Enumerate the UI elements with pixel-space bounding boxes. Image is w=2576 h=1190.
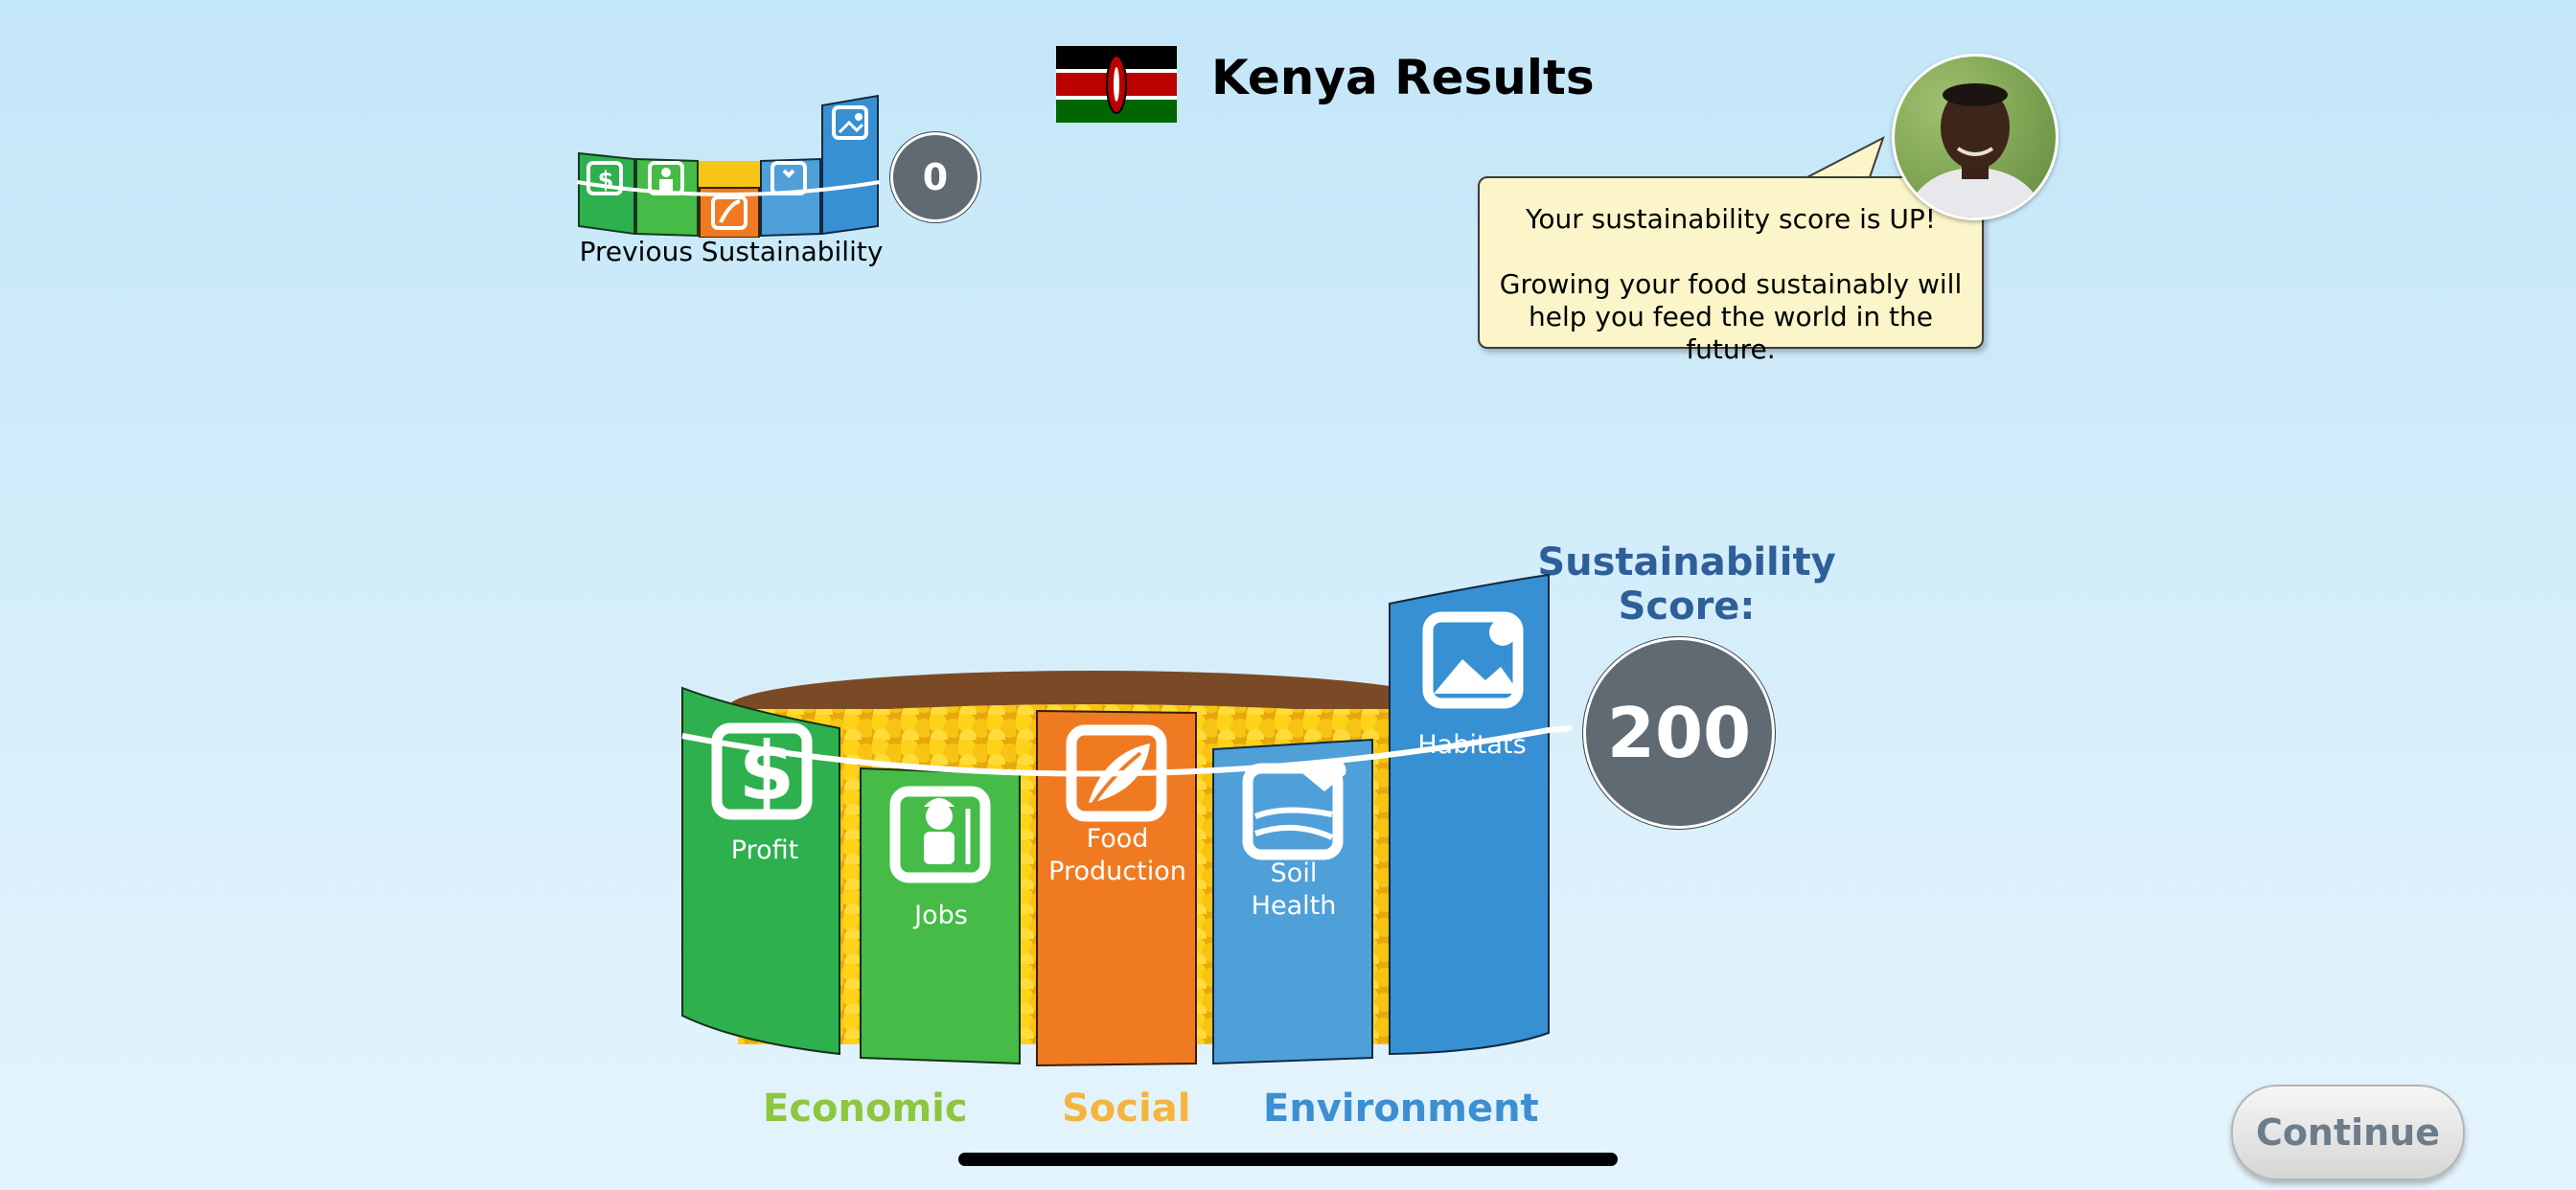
- category-social: Social: [1062, 1087, 1191, 1131]
- home-indicator[interactable]: [958, 1153, 1618, 1166]
- sustainability-basket: $ Profit Jobs Food Production Soil Healt…: [681, 573, 1572, 1067]
- kenya-flag-icon: [1056, 46, 1177, 123]
- page-title: Kenya Results: [1211, 50, 1595, 105]
- bubble-message-line1: Growing your food sustainably will: [1499, 268, 1963, 300]
- food-production-label-line1: Food: [1087, 824, 1149, 854]
- habitats-label: Habitats: [1417, 730, 1526, 760]
- svg-text:$: $: [598, 167, 614, 194]
- soil-health-label-line2: Health: [1252, 891, 1337, 921]
- profit-label: Profit: [731, 835, 798, 865]
- person-icon: [1908, 83, 2042, 217]
- habitats-bar: [1389, 573, 1550, 1056]
- score-title-line1: Sustainability: [1537, 540, 1836, 584]
- bubble-message-line2: help you feed the world in the future.: [1529, 301, 1933, 365]
- sustainability-score-circle: 200: [1583, 637, 1775, 829]
- category-environment: Environment: [1263, 1087, 1539, 1131]
- previous-score-circle: 0: [890, 132, 980, 222]
- bubble-headline: Your sustainability score is UP!: [1526, 203, 1936, 235]
- advisor-avatar: [1892, 54, 2058, 220]
- category-economic: Economic: [763, 1087, 968, 1131]
- previous-sustainability-label: Previous Sustainability: [579, 236, 884, 267]
- score-title-line2: Score:: [1618, 584, 1756, 629]
- score-title: Sustainability Score:: [1533, 540, 1840, 629]
- jobs-label: Jobs: [912, 901, 968, 930]
- previous-sustainability-basket: $: [576, 94, 881, 238]
- speech-bubble: Your sustainability score is UP! Growing…: [1478, 176, 1984, 365]
- continue-button[interactable]: Continue: [2231, 1085, 2465, 1180]
- svg-text:$: $: [739, 724, 794, 818]
- soil-health-label-line1: Soil: [1271, 858, 1318, 888]
- food-production-label-line2: Production: [1048, 857, 1186, 886]
